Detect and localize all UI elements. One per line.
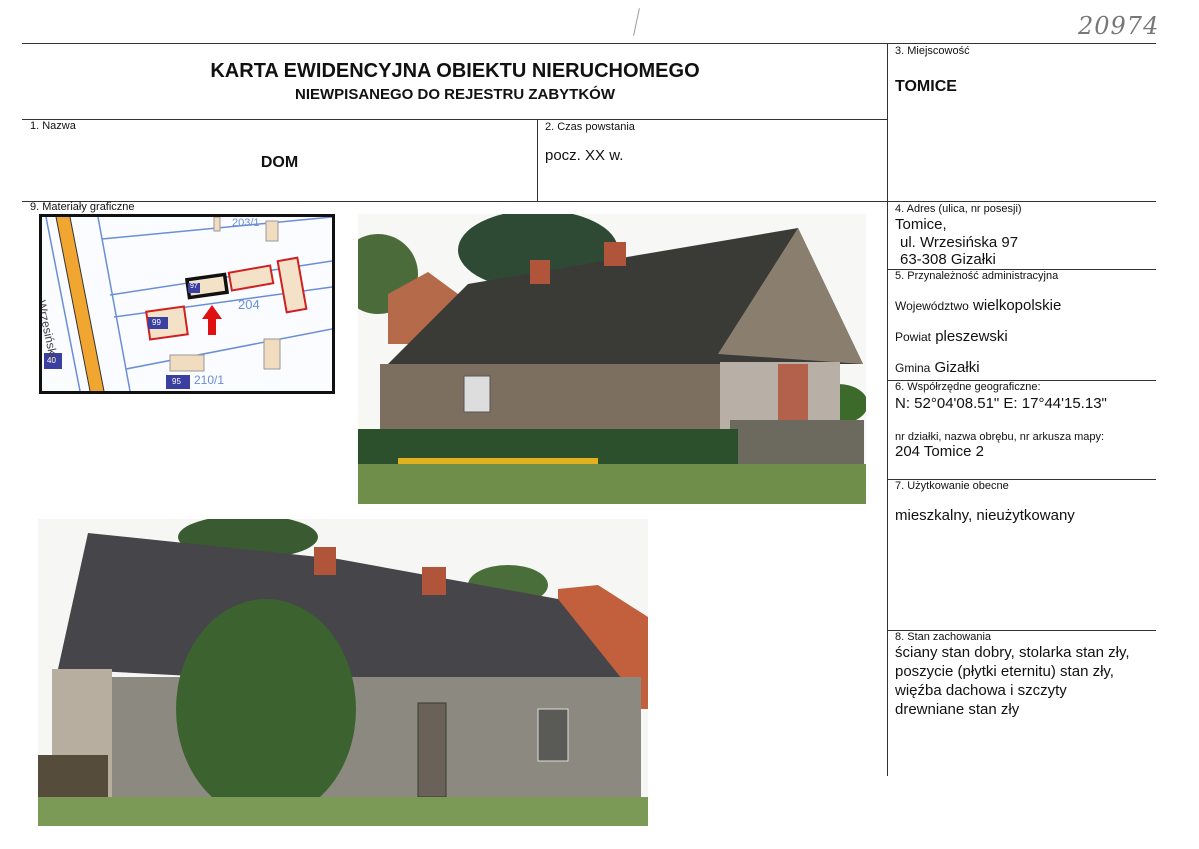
document-title: KARTA EWIDENCYJNA OBIEKTU NIERUCHOMEGO <box>210 60 700 82</box>
field-name-label: 1. Nazwa <box>30 120 76 132</box>
field-locality-label: 3. Miejscowość <box>895 45 970 57</box>
name-time-divider <box>537 119 538 201</box>
field-graphics-label: 9. Materiały graficzne <box>30 201 135 213</box>
map-parcel-main: 204 <box>238 297 260 312</box>
field-name-value: DOM <box>260 154 299 171</box>
field-parcel-label: nr działki, nazwa obrębu, nr arkusza map… <box>895 431 1105 443</box>
pen-mark <box>633 8 641 36</box>
field-address-line2: ul. Wrzesińska 97 <box>900 234 1019 251</box>
field-address-line3: 63-308 Gizałki <box>900 251 996 268</box>
county-prefix: Powiat <box>895 330 932 344</box>
field-condition-text: ściany stan dobry, stolarka stan zły, po… <box>895 643 1130 719</box>
field-condition-label: 8. Stan zachowania <box>895 631 992 643</box>
row-rule-2 <box>22 201 1156 202</box>
field-parcel-value: 204 Tomice 2 <box>895 443 984 460</box>
field-address-label: 4. Adres (ulica, nr posesji) <box>895 203 1022 215</box>
house-photo-front <box>38 519 648 826</box>
map-building-40: 40 <box>47 356 56 365</box>
house-photo-side <box>358 214 866 504</box>
field-commune: Gmina Gizałki <box>895 359 980 376</box>
field-coords-value: N: 52°04'08.51" E: 17°44'15.13" <box>895 395 1107 412</box>
field-usage-label: 7. Użytkowanie obecne <box>895 480 1009 492</box>
cadastral-map: Wrzesińska 204 210/1 203/1 97 99 40 95 <box>39 214 335 394</box>
field-usage-value: mieszkalny, nieużytkowany <box>895 507 1075 524</box>
commune-value: Gizałki <box>934 359 980 376</box>
condition-line-4: drewniane stan zły <box>895 701 1020 718</box>
map-parcel-top: 203/1 <box>232 217 260 229</box>
right-column-divider <box>887 43 888 776</box>
handwritten-archive-number: 20974 <box>1078 12 1160 40</box>
county-value: pleszewski <box>935 328 1008 345</box>
map-parcel-bottom: 210/1 <box>194 373 225 387</box>
map-building-97: 97 <box>190 283 198 290</box>
voivodeship-value: wielkopolskie <box>972 297 1062 314</box>
map-drawing <box>42 217 332 391</box>
field-admin-label: 5. Przynależność administracyjna <box>895 270 1059 282</box>
document-subtitle: NIEWPISANEGO DO REJESTRU ZABYTKÓW <box>294 86 616 103</box>
field-time-value: pocz. XX w. <box>545 147 624 164</box>
field-county: Powiat pleszewski <box>895 328 1008 345</box>
commune-prefix: Gmina <box>895 361 931 375</box>
field-time-label: 2. Czas powstania <box>545 121 635 133</box>
voivodeship-prefix: Województwo <box>895 299 969 313</box>
row-rule-1 <box>22 119 887 120</box>
condition-line-3: więźba dachowa i szczyty <box>895 682 1067 699</box>
map-building-95: 95 <box>172 377 181 386</box>
field-address-line1: Tomice, <box>895 216 947 233</box>
top-rule <box>22 43 1156 44</box>
field-voivodeship: Województwo wielkopolskie <box>895 297 1061 314</box>
field-coords-label: 6. Współrzędne geograficzne: <box>895 381 1041 393</box>
condition-line-2: poszycie (płytki eternitu) stan zły, <box>895 663 1114 680</box>
condition-line-1: ściany stan dobry, stolarka stan zły, <box>895 644 1130 661</box>
field-locality-value: TOMICE <box>895 78 957 95</box>
map-building-99: 99 <box>152 318 161 327</box>
